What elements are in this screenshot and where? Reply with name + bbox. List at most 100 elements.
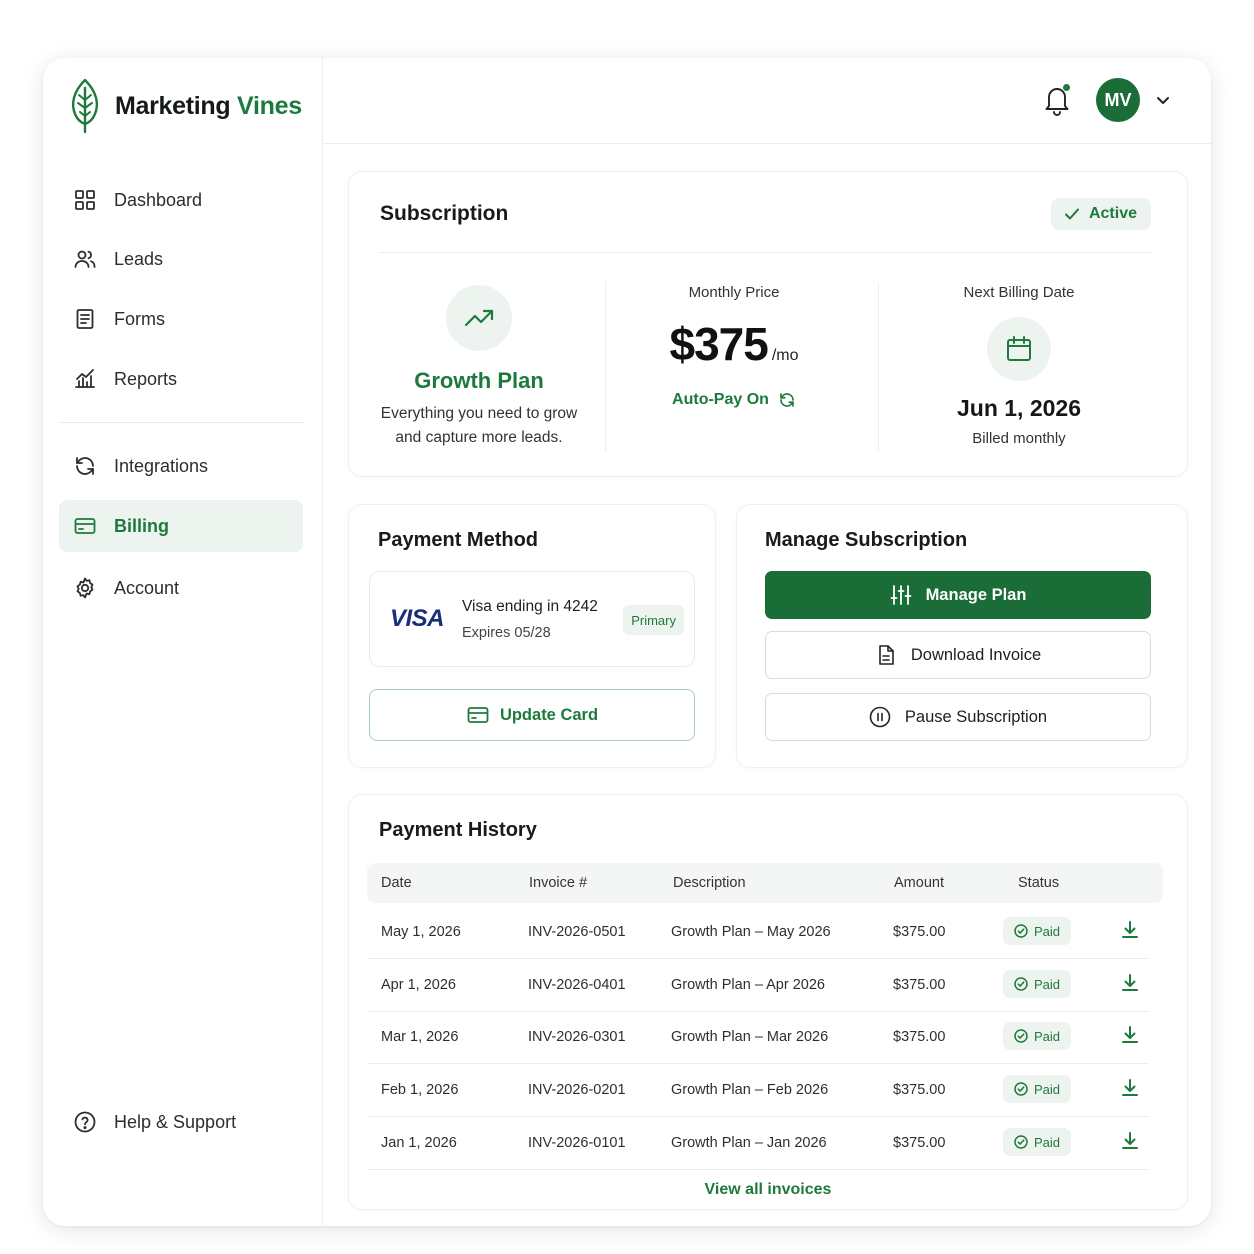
brand-name-part2: Vines xyxy=(237,91,302,120)
autopay-row: Auto-Pay On xyxy=(614,391,854,409)
cell-description: Growth Plan – Apr 2026 xyxy=(671,977,825,993)
cell-description: Growth Plan – May 2026 xyxy=(671,924,831,940)
autopay-label: Auto-Pay On xyxy=(672,391,769,408)
saved-card: VISA Visa ending in 4242 Expires 05/28 P… xyxy=(369,571,695,667)
table-row: Jan 1, 2026 INV-2026-0101 Growth Plan – … xyxy=(367,1118,1149,1170)
cell-amount: $375.00 xyxy=(893,977,946,993)
sidebar-item-label: Dashboard xyxy=(114,189,203,210)
plan-description-line: Everything you need to grow xyxy=(380,405,578,422)
table-row: May 1, 2026 INV-2026-0501 Growth Plan – … xyxy=(367,907,1149,959)
status-badge: Paid xyxy=(1003,1022,1071,1050)
price-label: Monthly Price xyxy=(688,284,780,301)
brand-name-part1: Marketing xyxy=(115,91,231,120)
brand-logo[interactable]: Marketing Vines xyxy=(69,78,302,134)
avatar[interactable]: MV xyxy=(1096,78,1140,122)
sidebar-item-label: Help & Support xyxy=(114,1111,237,1132)
update-card-button[interactable]: Update Card xyxy=(369,689,695,741)
payment-history-card: Payment History Date Invoice # Descripti… xyxy=(348,794,1188,1210)
column-divider xyxy=(878,282,879,452)
credit-card-icon xyxy=(467,707,489,723)
view-all-invoices-link[interactable]: View all invoices xyxy=(349,1181,1187,1199)
status-badge: Paid xyxy=(1003,1128,1071,1156)
price-column: Monthly Price $375/mo Auto-Pay On xyxy=(614,272,854,409)
subscription-divider xyxy=(379,252,1151,253)
status-badge: Paid xyxy=(1003,970,1071,998)
column-header-date: Date xyxy=(381,875,412,891)
sidebar-item-billing[interactable]: Billing xyxy=(59,500,303,552)
column-header-amount: Amount xyxy=(894,875,944,891)
column-header-description: Description xyxy=(673,875,746,891)
status-badge: Paid xyxy=(1003,917,1071,945)
refresh-icon xyxy=(780,393,794,407)
download-icon[interactable] xyxy=(1119,1077,1141,1099)
check-circle-icon xyxy=(1014,977,1028,991)
pause-circle-icon xyxy=(869,706,891,728)
brand-name: Marketing Vines xyxy=(115,92,302,121)
check-circle-icon xyxy=(1014,1135,1028,1149)
download-invoice-button[interactable]: Download Invoice xyxy=(765,631,1151,679)
calendar-icon xyxy=(1007,336,1031,361)
sidebar-item-help[interactable]: Help & Support xyxy=(59,1096,303,1148)
update-card-label: Update Card xyxy=(499,705,599,724)
payment-method-card: Payment Method VISA Visa ending in 4242 … xyxy=(348,504,716,768)
manage-plan-button[interactable]: Manage Plan xyxy=(765,571,1151,619)
cell-date: Mar 1, 2026 xyxy=(381,1029,459,1045)
download-icon[interactable] xyxy=(1119,1130,1141,1152)
table-row: Feb 1, 2026 INV-2026-0201 Growth Plan – … xyxy=(367,1065,1149,1117)
sidebar-item-label: Account xyxy=(114,577,180,598)
status-badge: Active xyxy=(1050,198,1151,230)
plan-description: Everything you need to grow and capture … xyxy=(369,402,589,450)
status-badge: Paid xyxy=(1003,1075,1071,1103)
sidebar-item-dashboard[interactable]: Dashboard xyxy=(59,174,303,226)
billing-app-window: Marketing Vines Dashboard Leads Forms Re… xyxy=(43,58,1211,1226)
document-icon xyxy=(76,309,94,329)
manage-plan-label: Manage Plan xyxy=(925,585,1027,604)
check-circle-icon xyxy=(1014,1029,1028,1043)
subscription-card: Subscription Active Growth Plan Everythi… xyxy=(348,171,1188,477)
cell-amount: $375.00 xyxy=(893,924,946,940)
download-icon[interactable] xyxy=(1119,1024,1141,1046)
check-circle-icon xyxy=(1014,1082,1028,1096)
chevron-down-icon[interactable] xyxy=(1155,92,1171,108)
column-divider xyxy=(605,282,606,452)
grid-icon xyxy=(75,190,95,210)
sidebar-divider xyxy=(59,422,303,423)
sliders-icon xyxy=(890,585,911,605)
top-bar: MV xyxy=(323,58,1211,144)
download-icon[interactable] xyxy=(1119,919,1141,941)
sidebar-item-forms[interactable]: Forms xyxy=(59,293,303,345)
cell-date: Feb 1, 2026 xyxy=(381,1082,459,1098)
sidebar-item-reports[interactable]: Reports xyxy=(59,353,303,405)
users-icon xyxy=(74,250,96,268)
help-circle-icon xyxy=(74,1111,96,1133)
visa-logo: VISA xyxy=(390,605,445,632)
autopay-status[interactable]: Auto-Pay On xyxy=(672,391,796,409)
leaf-logo-icon xyxy=(71,78,99,134)
cell-amount: $375.00 xyxy=(893,1029,946,1045)
status-label: Paid xyxy=(1033,1081,1061,1097)
trending-up-icon xyxy=(464,309,494,327)
status-label: Paid xyxy=(1033,923,1061,939)
sync-icon xyxy=(76,457,94,475)
plan-icon-circle xyxy=(446,285,512,351)
card-description: Visa ending in 4242 xyxy=(462,598,598,615)
cell-date: Apr 1, 2026 xyxy=(381,977,456,993)
gear-icon xyxy=(76,577,94,599)
calendar-icon-circle xyxy=(987,317,1051,381)
payment-method-title: Payment Method xyxy=(378,529,539,551)
sidebar-item-account[interactable]: Account xyxy=(59,562,303,614)
sidebar-item-label: Integrations xyxy=(114,455,209,476)
sidebar-item-label: Forms xyxy=(114,308,165,329)
sidebar: Marketing Vines Dashboard Leads Forms Re… xyxy=(43,58,323,1226)
pause-subscription-button[interactable]: Pause Subscription xyxy=(765,693,1151,741)
subscription-title: Subscription xyxy=(380,202,509,225)
manage-subscription-title: Manage Subscription xyxy=(765,529,968,551)
price-value: $375 xyxy=(669,318,768,370)
sidebar-item-leads[interactable]: Leads xyxy=(59,233,303,285)
notification-dot xyxy=(1062,83,1071,92)
sidebar-item-label: Billing xyxy=(114,515,169,536)
download-icon[interactable] xyxy=(1119,972,1141,994)
sidebar-item-integrations[interactable]: Integrations xyxy=(59,440,303,492)
table-header: Date Invoice # Description Amount Status xyxy=(367,863,1163,903)
download-invoice-label: Download Invoice xyxy=(910,645,1042,664)
